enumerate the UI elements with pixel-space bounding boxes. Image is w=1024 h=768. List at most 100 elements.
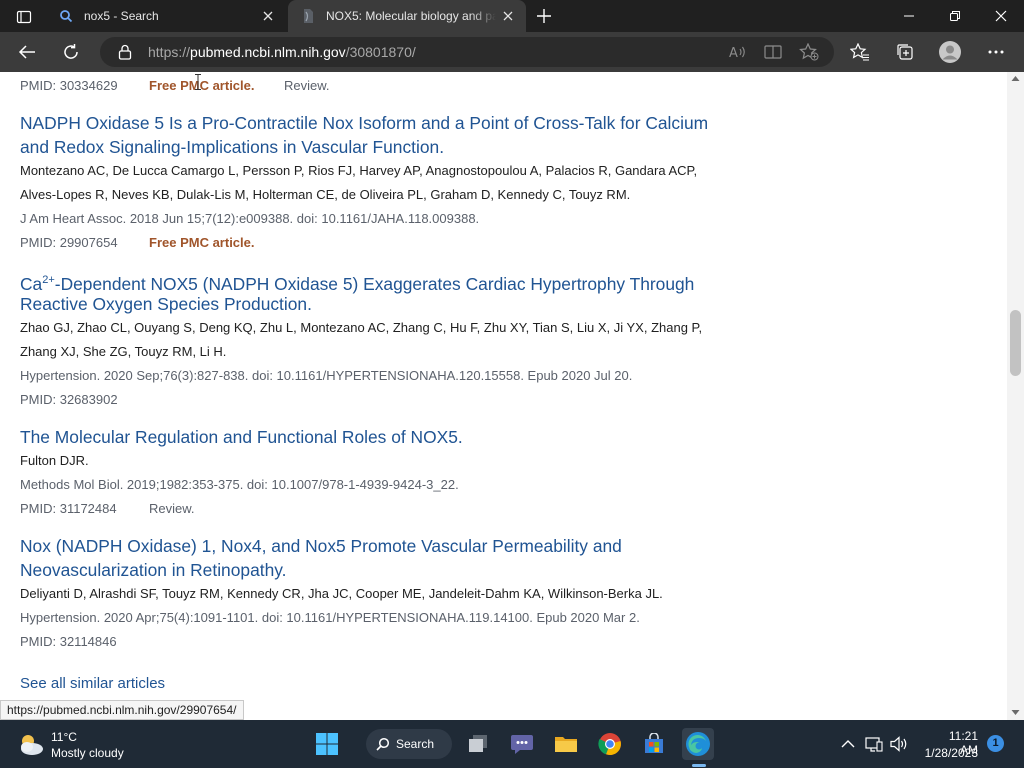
- volume-icon[interactable]: [889, 734, 909, 754]
- minimize-button[interactable]: [886, 0, 932, 32]
- article-citation: Methods Mol Biol. 2019;1982:353-375. doi…: [20, 477, 459, 492]
- document-icon: [300, 8, 316, 24]
- url-text[interactable]: https://pubmed.ncbi.nlm.nih.gov/30801870…: [148, 44, 416, 60]
- active-app-indicator: [692, 764, 706, 767]
- collections-button[interactable]: [890, 38, 920, 66]
- article-citation: Hypertension. 2020 Sep;76(3):827-838. do…: [20, 368, 633, 383]
- article-title-link[interactable]: NADPH Oxidase 5 Is a Pro-Contractile Nox…: [20, 111, 708, 135]
- chat-icon: [511, 735, 533, 754]
- profile-button[interactable]: [934, 38, 966, 66]
- svg-text:A: A: [729, 46, 738, 60]
- scroll-thumb[interactable]: [1010, 310, 1021, 376]
- taskbar-search-button[interactable]: Search: [366, 729, 452, 759]
- scroll-up-icon[interactable]: [1011, 74, 1020, 83]
- tab-title: NOX5: Molecular biology and pa: [326, 9, 496, 23]
- weather-cloud-icon[interactable]: [16, 730, 46, 758]
- folder-icon: [555, 737, 577, 752]
- chevron-up-icon[interactable]: [838, 734, 858, 754]
- title-superscript: 2+: [42, 274, 55, 286]
- title-bar: nox5 - Search NOX5: Molecular biology an…: [0, 0, 1024, 32]
- refresh-button[interactable]: [56, 38, 86, 66]
- start-button[interactable]: [311, 728, 343, 760]
- free-pmc-badge[interactable]: Free PMC article.: [149, 235, 255, 250]
- tab-title: nox5 - Search: [84, 9, 159, 23]
- review-label: Review.: [149, 501, 195, 516]
- weather-temperature[interactable]: 11°C: [51, 730, 77, 744]
- see-all-similar-articles-link[interactable]: See all similar articles: [20, 675, 165, 692]
- close-window-button[interactable]: [978, 0, 1024, 32]
- url-path: /30801870/: [345, 44, 416, 60]
- network-icon[interactable]: [864, 734, 884, 754]
- article-authors: Montezano AC, De Lucca Camargo L, Persso…: [20, 163, 698, 178]
- clock-date[interactable]: 1/28/2023: [922, 746, 978, 760]
- notification-badge[interactable]: 1: [987, 735, 1004, 752]
- article-authors: Deliyanti D, Alrashdi SF, Touyz RM, Kenn…: [20, 586, 663, 601]
- restore-button[interactable]: [932, 0, 978, 32]
- edge-icon: [686, 732, 710, 756]
- lock-icon[interactable]: [118, 44, 134, 60]
- tab-actions-icon: [16, 10, 32, 24]
- article-title-link[interactable]: Neovascularization in Retinopathy.: [20, 558, 286, 582]
- article-authors: Alves-Lopes R, Neves KB, Dulak-Lis M, Ho…: [20, 187, 631, 202]
- tab-actions-button[interactable]: [10, 6, 38, 28]
- read-aloud-icon[interactable]: A: [726, 42, 748, 62]
- task-view-icon: [469, 735, 487, 752]
- avatar-icon: [939, 41, 961, 63]
- refresh-icon: [64, 44, 78, 59]
- weather-description[interactable]: Mostly cloudy: [51, 746, 124, 760]
- article-citation: Hypertension. 2020 Apr;75(4):1091-1101. …: [20, 610, 640, 625]
- store-icon: [645, 733, 663, 753]
- article-authors: Zhao GJ, Zhao CL, Ouyang S, Deng KQ, Zhu…: [20, 320, 703, 335]
- pmid: PMID: 32683902: [20, 392, 118, 407]
- teams-chat-button[interactable]: [506, 728, 538, 760]
- scroll-down-icon[interactable]: [1011, 708, 1020, 717]
- article-authors: Zhang XJ, She ZG, Touyz RM, Li H.: [20, 344, 227, 359]
- immersive-reader-icon[interactable]: [762, 42, 784, 62]
- url-scheme: https://: [148, 44, 191, 60]
- minimize-icon: [904, 15, 914, 17]
- close-tab-icon[interactable]: [256, 4, 280, 28]
- chrome-button[interactable]: [594, 728, 626, 760]
- pmid: PMID: 29907654: [20, 235, 118, 250]
- close-icon: [995, 10, 1007, 22]
- text-cursor-icon: [195, 74, 201, 90]
- page-scrollbar[interactable]: [1007, 72, 1024, 720]
- settings-menu-button[interactable]: [981, 38, 1011, 66]
- new-tab-button[interactable]: [532, 4, 556, 28]
- edge-button[interactable]: [682, 728, 714, 760]
- microsoft-store-button[interactable]: [638, 728, 670, 760]
- search-icon: [376, 737, 390, 751]
- close-tab-icon[interactable]: [496, 4, 520, 28]
- page-content: PMID: 30334629 Free PMC article. Review.…: [0, 72, 1007, 720]
- more-icon: [988, 50, 1004, 54]
- search-icon: [58, 8, 74, 24]
- article-title-link[interactable]: Reactive Oxygen Species Production.: [20, 292, 312, 316]
- tab-search[interactable]: nox5 - Search: [46, 0, 286, 32]
- article-authors: Fulton DJR.: [20, 453, 89, 468]
- link-status-tooltip: https://pubmed.ncbi.nlm.nih.gov/29907654…: [0, 700, 244, 720]
- windows-logo-icon: [316, 733, 338, 755]
- title-text: Ca: [20, 273, 43, 294]
- taskbar: 11°C Mostly cloudy Search 11:21 AM 1/28/…: [0, 720, 1024, 768]
- article-title-link[interactable]: The Molecular Regulation and Functional …: [20, 425, 463, 449]
- browser-toolbar: https://pubmed.ncbi.nlm.nih.gov/30801870…: [0, 32, 1024, 72]
- task-view-button[interactable]: [462, 728, 494, 760]
- plus-icon: [537, 9, 551, 23]
- taskbar-search-label: Search: [396, 737, 435, 751]
- address-bar[interactable]: https://pubmed.ncbi.nlm.nih.gov/30801870…: [100, 37, 834, 67]
- article-title-link[interactable]: Nox (NADPH Oxidase) 1, Nox4, and Nox5 Pr…: [20, 534, 622, 558]
- free-pmc-badge[interactable]: Free PMC article.: [149, 78, 255, 93]
- file-explorer-button[interactable]: [550, 728, 582, 760]
- pmid: PMID: 32114846: [20, 634, 117, 649]
- tab-nox5-article[interactable]: NOX5: Molecular biology and pa: [288, 0, 526, 32]
- article-citation: J Am Heart Assoc. 2018 Jun 15;7(12):e009…: [20, 211, 480, 226]
- title-text: -Dependent NOX5 (NADPH Oxidase 5) Exagge…: [54, 273, 695, 294]
- review-label: Review.: [284, 78, 330, 93]
- favorites-button[interactable]: [845, 38, 875, 66]
- back-button[interactable]: [12, 38, 42, 66]
- pmid: PMID: 31172484: [20, 501, 117, 516]
- add-favorite-icon[interactable]: [798, 42, 820, 62]
- pmid: PMID: 30334629: [20, 78, 118, 93]
- article-title-link[interactable]: and Redox Signaling-Implications in Vasc…: [20, 135, 444, 159]
- collections-icon: [897, 44, 913, 60]
